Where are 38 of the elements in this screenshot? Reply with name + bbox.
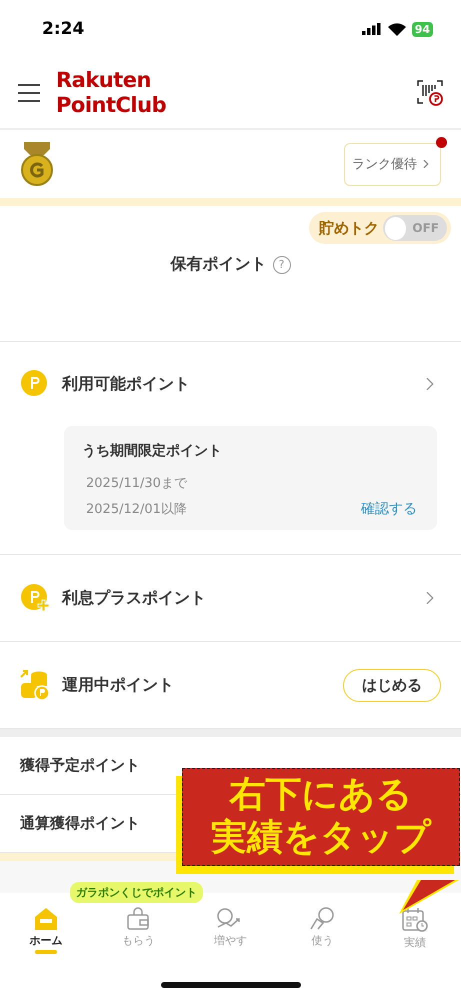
wallet-lock-icon xyxy=(125,907,152,931)
savings-toggle-label: 貯めトク xyxy=(319,218,379,238)
point-row-label: 運用中ポイント xyxy=(62,674,175,696)
card-title: うち期間限定ポイント xyxy=(82,442,223,460)
point-row[interactable]: 利息プラスポイント xyxy=(0,555,461,642)
callout-text: 右下にある xyxy=(230,773,412,816)
nav-tab[interactable]: もらう xyxy=(92,907,184,956)
logo-text: Rakuten xyxy=(56,68,152,93)
confirm-link[interactable]: 確認する xyxy=(361,500,417,518)
lottery-tooltip[interactable]: ガラポンくじでポイント xyxy=(70,882,203,903)
point-coin-icon xyxy=(20,369,50,399)
tooltip-tail xyxy=(397,880,459,916)
barcode-scan-icon[interactable] xyxy=(417,80,443,106)
point-row-label: 利息プラスポイント xyxy=(62,588,207,608)
nav-tab[interactable]: 使う xyxy=(276,907,369,956)
logo-text: PointClub xyxy=(56,93,168,118)
nav-tab[interactable]: ホーム xyxy=(0,907,92,956)
menu-icon[interactable] xyxy=(18,84,40,102)
home-icon xyxy=(33,907,60,931)
medal-icon xyxy=(20,142,54,186)
point-row[interactable]: 利用可能ポイント xyxy=(0,342,461,426)
point-row-label: 利用可能ポイント xyxy=(62,374,191,394)
start-button[interactable]: はじめる xyxy=(343,668,441,702)
expiry-text: 2025/12/01以降 xyxy=(86,501,187,518)
status-time: 2:24 xyxy=(42,19,84,39)
battery-level: 94 xyxy=(412,22,433,36)
signal-icon xyxy=(362,23,382,35)
wifi-icon xyxy=(388,22,406,36)
summary-row-label[interactable]: 獲得予定ポイント xyxy=(20,756,140,775)
callout-text: 実績をタップ xyxy=(211,816,431,859)
summary-row-label[interactable]: 通算獲得ポイント xyxy=(20,814,140,833)
held-points-label: 保有ポイント xyxy=(170,254,266,275)
expiry-text: 2025/11/30まで xyxy=(86,475,187,492)
calendar-clock-icon xyxy=(400,907,429,933)
coin-stack-icon xyxy=(20,669,50,701)
nav-tab[interactable]: 実績 xyxy=(368,907,461,956)
rank-benefits-button[interactable]: ランク優待 xyxy=(344,142,441,186)
point-coin-icon xyxy=(20,583,50,613)
